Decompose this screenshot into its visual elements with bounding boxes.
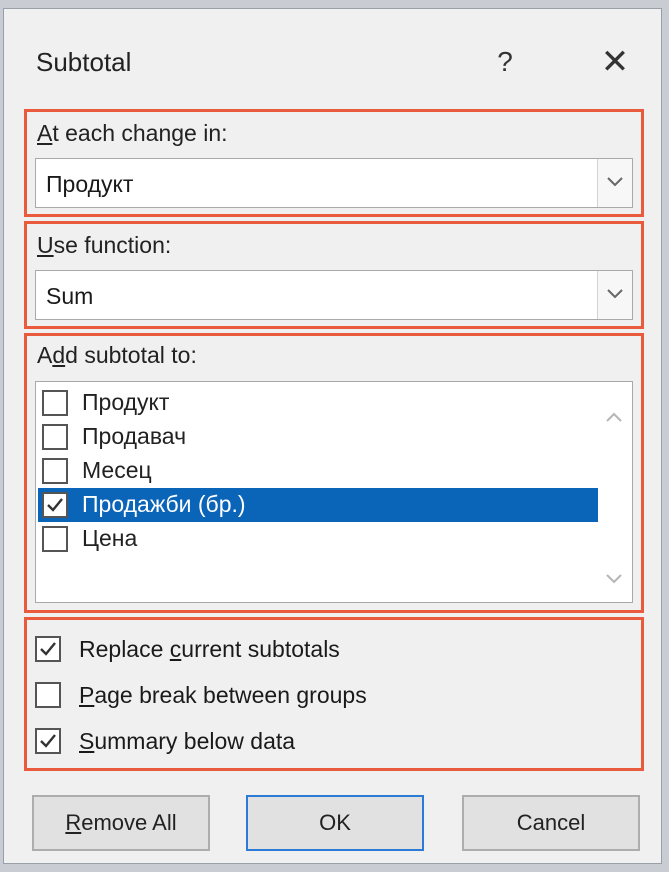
list-item-mesec[interactable]: Месец: [38, 454, 598, 488]
change-in-label: At each change in:: [37, 120, 228, 146]
check-icon: [40, 734, 56, 748]
list-item-label: Месец: [82, 457, 152, 483]
list-item-produkt[interactable]: Продукт: [38, 386, 598, 420]
use-function-section: Use function: Sum: [24, 221, 644, 329]
checkbox-checked[interactable]: [35, 636, 61, 662]
checkbox[interactable]: [42, 526, 68, 552]
list-item-prodazhbi[interactable]: Продажби (бр.): [38, 488, 598, 522]
title-bar: Subtotal ? ✕: [4, 9, 661, 109]
list-item-cena[interactable]: Цена: [38, 522, 598, 556]
help-button[interactable]: ?: [480, 39, 530, 85]
scroll-up-icon[interactable]: [604, 410, 624, 424]
use-function-value: Sum: [46, 283, 94, 309]
checkbox-checked[interactable]: [42, 492, 68, 518]
page-break-option[interactable]: Page break between groups: [35, 676, 595, 716]
dialog-title: Subtotal: [36, 47, 132, 77]
checkbox[interactable]: [35, 682, 61, 708]
scroll-down-icon[interactable]: [604, 572, 624, 586]
options-section: Replace current subtotals Page break bet…: [24, 617, 644, 771]
check-icon: [47, 498, 63, 512]
checkbox[interactable]: [42, 458, 68, 484]
checkbox[interactable]: [42, 424, 68, 450]
checkbox[interactable]: [42, 390, 68, 416]
summary-below-data-label: Summary below data: [79, 728, 296, 754]
ok-button[interactable]: OK: [246, 795, 424, 851]
chevron-down-icon[interactable]: [597, 271, 632, 319]
change-in-select[interactable]: Продукт: [35, 158, 633, 208]
list-item-label: Продукт: [82, 389, 170, 415]
summary-below-data-option[interactable]: Summary below data: [35, 722, 595, 762]
replace-current-subtotals-option[interactable]: Replace current subtotals: [35, 630, 595, 670]
list-item-label: Продажби (бр.): [82, 491, 246, 517]
use-function-label: Use function:: [37, 232, 172, 258]
replace-current-subtotals-label: Replace current subtotals: [79, 636, 340, 662]
change-in-section: At each change in: Продукт: [24, 109, 644, 217]
subtotal-columns-list[interactable]: Продукт Продавач Месец Продажби (бр.) Це…: [35, 381, 633, 603]
page-break-label: Page break between groups: [79, 682, 367, 708]
list-item-prodavach[interactable]: Продавач: [38, 420, 598, 454]
cancel-button[interactable]: Cancel: [462, 795, 640, 851]
add-subtotal-label: Add subtotal to:: [37, 342, 197, 368]
change-in-value: Продукт: [46, 171, 134, 197]
close-button[interactable]: ✕: [590, 39, 640, 85]
chevron-down-icon[interactable]: [597, 159, 632, 207]
remove-all-button[interactable]: Remove All: [32, 795, 210, 851]
checkbox-checked[interactable]: [35, 728, 61, 754]
list-item-label: Продавач: [82, 423, 187, 449]
list-item-label: Цена: [82, 525, 138, 551]
use-function-select[interactable]: Sum: [35, 270, 633, 320]
subtotal-dialog: Subtotal ? ✕ At each change in: Продукт …: [3, 8, 662, 864]
add-subtotal-section: Add subtotal to: Продукт Продавач Месец …: [24, 333, 644, 613]
check-icon: [40, 642, 56, 656]
